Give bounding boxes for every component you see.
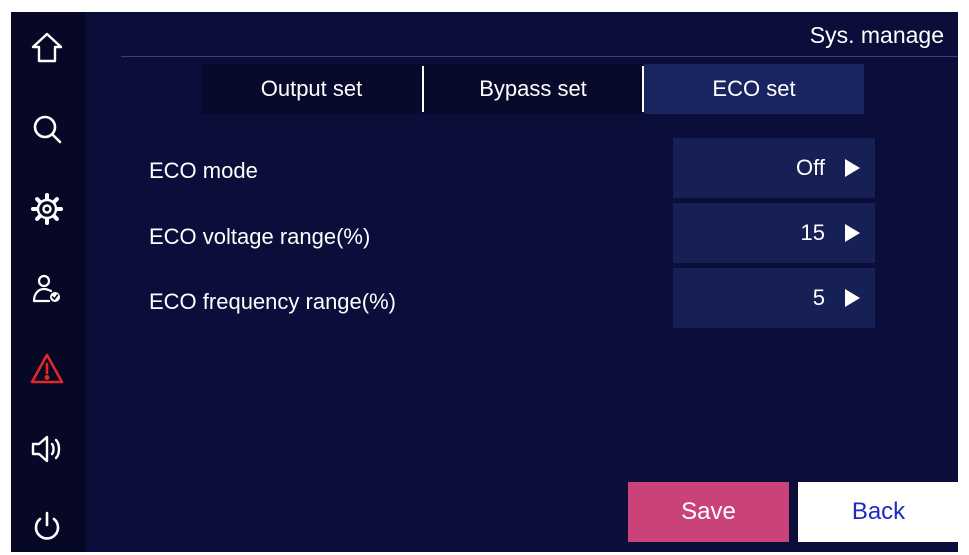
alarm-warning-icon[interactable] <box>26 348 68 390</box>
arrow-right-icon <box>845 289 860 307</box>
eco-voltage-range-selector[interactable]: 15 <box>673 203 875 263</box>
header-divider <box>121 56 958 57</box>
user-settings-icon[interactable] <box>26 268 68 310</box>
back-button[interactable]: Back <box>798 482 958 542</box>
sidebar <box>11 12 86 552</box>
arrow-right-icon <box>845 224 860 242</box>
save-button[interactable]: Save <box>628 482 789 542</box>
eco-frequency-range-selector[interactable]: 5 <box>673 268 875 328</box>
tab-eco-set[interactable]: ECO set <box>644 64 864 114</box>
speaker-icon[interactable] <box>26 428 68 470</box>
eco-voltage-range-label: ECO voltage range(%) <box>149 224 371 249</box>
tab-output-set[interactable]: Output set <box>201 64 422 114</box>
gear-icon[interactable] <box>26 188 68 230</box>
home-icon[interactable] <box>26 26 68 68</box>
eco-frequency-range-label: ECO frequency range(%) <box>149 289 396 314</box>
screen: Sys. manage Output set Bypass set ECO se… <box>11 12 958 552</box>
eco-frequency-range-value: 5 <box>812 285 825 310</box>
eco-voltage-range-value: 15 <box>800 220 825 245</box>
page-title: Sys. manage <box>809 22 944 48</box>
eco-mode-label: ECO mode <box>149 158 258 183</box>
tab-bypass-set[interactable]: Bypass set <box>424 64 642 114</box>
eco-mode-value: Off <box>796 155 825 180</box>
search-icon[interactable] <box>26 108 68 150</box>
arrow-right-icon <box>845 159 860 177</box>
power-icon[interactable] <box>26 506 68 548</box>
eco-mode-selector[interactable]: Off <box>673 138 875 198</box>
